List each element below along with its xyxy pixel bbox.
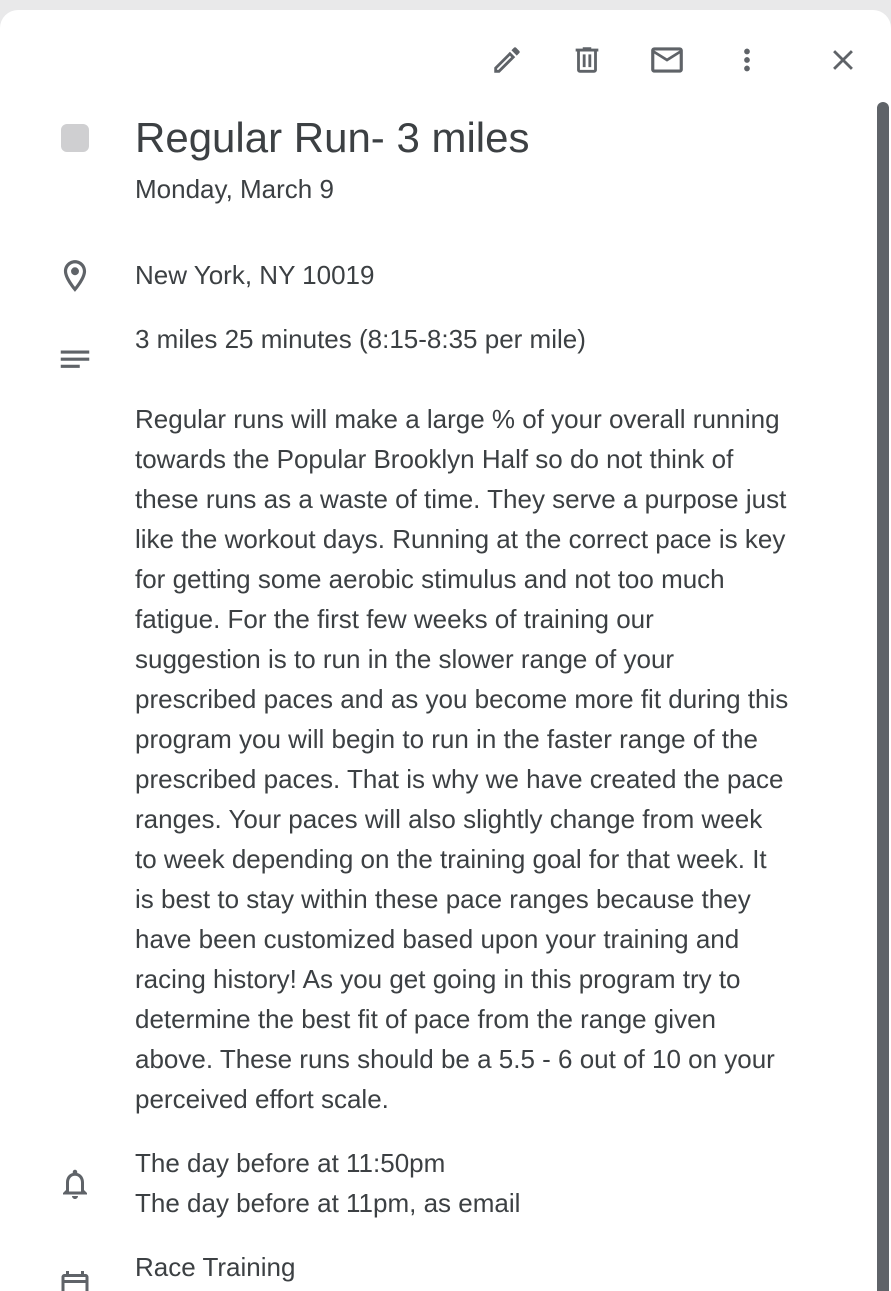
reminder-item: The day before at 11pm, as email xyxy=(135,1188,521,1218)
description-line: racing history! As you get going in this… xyxy=(135,964,741,994)
more-vert-icon xyxy=(730,43,764,77)
description-line: above. These runs should be a 5.5 - 6 ou… xyxy=(135,1044,775,1074)
delete-button[interactable] xyxy=(565,38,609,82)
event-title: Regular Run- 3 miles xyxy=(135,114,530,161)
edit-icon xyxy=(490,43,524,77)
description-line: have been customized based upon your tra… xyxy=(135,924,740,954)
description-line: these runs as a waste of time. They serv… xyxy=(135,484,787,514)
description-line: suggestion is to run in the slower range… xyxy=(135,644,675,674)
description-line: prescribed paces. That is why we have cr… xyxy=(135,764,784,794)
calendar-name: Race Training xyxy=(135,1252,296,1282)
location-icon xyxy=(55,256,95,296)
description-line: ranges. Your paces will also slightly ch… xyxy=(135,804,763,834)
description-line: perceived effort scale. xyxy=(135,1084,389,1114)
calendar-icon xyxy=(55,1266,95,1291)
event-summary: 3 miles 25 minutes (8:15-8:35 per mile) xyxy=(135,324,586,354)
event-date: Monday, March 9 xyxy=(135,174,334,204)
more-options-button[interactable] xyxy=(725,38,769,82)
description-line: to week depending on the training goal f… xyxy=(135,844,767,874)
close-button[interactable] xyxy=(821,38,865,82)
description-line: is best to stay within these pace ranges… xyxy=(135,884,751,914)
bell-icon xyxy=(55,1164,95,1204)
close-icon xyxy=(826,43,860,77)
event-details-panel: Regular Run- 3 miles Monday, March 9 New… xyxy=(0,10,891,1291)
description-line: program you will begin to run in the fas… xyxy=(135,724,758,754)
description-line: for getting some aerobic stimulus and no… xyxy=(135,564,725,594)
email-guests-button[interactable] xyxy=(645,38,689,82)
event-location: New York, NY 10019 xyxy=(135,260,375,290)
description-line: determine the best fit of pace from the … xyxy=(135,1004,717,1034)
edit-button[interactable] xyxy=(485,38,529,82)
email-icon xyxy=(648,41,686,79)
description-line: towards the Popular Brooklyn Half so do … xyxy=(135,444,734,474)
description-line: Regular runs will make a large % of your… xyxy=(135,404,780,434)
description-line: fatigue. For the first few weeks of trai… xyxy=(135,604,654,634)
description-icon xyxy=(55,340,95,380)
delete-icon xyxy=(570,43,604,77)
scrollbar[interactable] xyxy=(877,102,889,1291)
event-color-chip xyxy=(61,124,89,152)
event-toolbar xyxy=(0,10,891,110)
event-description: Regular runs will make a large % of your… xyxy=(135,399,870,1119)
description-line: like the workout days. Running at the co… xyxy=(135,524,786,554)
description-line: prescribed paces and as you become more … xyxy=(135,684,789,714)
reminder-item: The day before at 11:50pm xyxy=(135,1148,446,1178)
